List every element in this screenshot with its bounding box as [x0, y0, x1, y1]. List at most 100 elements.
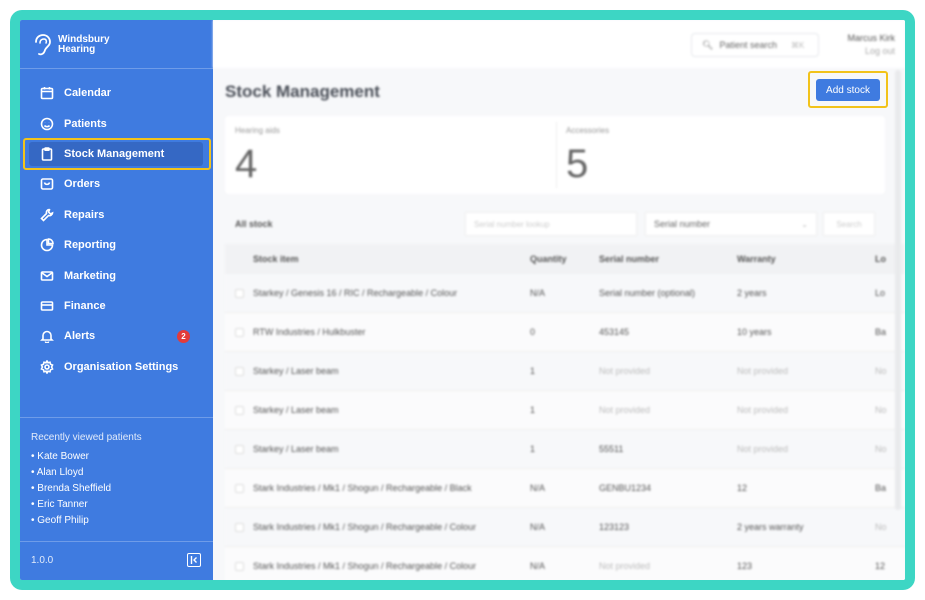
cell-serial: Not provided: [599, 561, 651, 571]
cell-warranty: 2 years warranty: [737, 522, 804, 532]
patient-search-label: Patient search: [719, 40, 777, 50]
patient-search-button[interactable]: 🔍︎ Patient search ⌘K: [691, 33, 819, 57]
sidebar-item-calendar[interactable]: Calendar: [20, 78, 213, 108]
cell-serial: Serial number (optional): [599, 288, 696, 298]
sidebar-item-label: Repairs: [64, 208, 105, 221]
recent-patient-link[interactable]: • Eric Tanner: [31, 497, 142, 513]
card-icon: [40, 299, 54, 313]
add-stock-button[interactable]: Add stock: [816, 79, 880, 101]
row-checkbox[interactable]: [235, 444, 244, 454]
stat-value: 5: [566, 142, 589, 186]
table-row[interactable]: Starkey / Laser beam 1 55511 Not provided No: [225, 430, 905, 469]
brand-line2: Hearing: [58, 44, 96, 55]
row-checkbox[interactable]: [235, 327, 244, 337]
column-header[interactable]: Serial number: [599, 254, 737, 264]
row-checkbox[interactable]: [235, 522, 244, 532]
cell-stock-item: Starkey / Genesis 16 / RIC / Rechargeabl…: [253, 288, 458, 298]
cell-serial: GENBU1234: [599, 483, 652, 493]
chevron-down-icon: ⌄: [801, 219, 808, 229]
cell-serial: 123123: [599, 522, 630, 532]
row-checkbox[interactable]: [235, 405, 244, 415]
sidebar-item-stock-management[interactable]: Stock Management: [20, 137, 213, 171]
stock-table: Stock item Quantity Serial number Warran…: [225, 244, 905, 580]
cell-serial: 453145: [599, 327, 630, 337]
search-button[interactable]: Search: [823, 212, 875, 236]
row-checkbox[interactable]: [235, 561, 244, 571]
table-row[interactable]: Starkey / Genesis 16 / RIC / Rechargeabl…: [225, 274, 905, 313]
filter-bar: All stock Serial number lookup Serial nu…: [225, 210, 885, 240]
row-checkbox[interactable]: [235, 483, 244, 493]
table-row[interactable]: Stark Industries / Mk1 / Shogun / Rechar…: [225, 547, 905, 580]
recent-patient-link[interactable]: • Alan Lloyd: [31, 465, 142, 481]
sidebar-item-label: Reporting: [64, 239, 116, 252]
table-header: Stock item Quantity Serial number Warran…: [225, 244, 905, 274]
recent-patient-link[interactable]: • Brenda Sheffield: [31, 481, 142, 497]
cell-stock-item: Stark Industries / Mk1 / Shogun / Rechar…: [253, 483, 472, 493]
logout-link[interactable]: Log out: [847, 45, 895, 58]
app-window: Windsbury Hearing Calendar Patients Stoc…: [20, 20, 905, 580]
shortcut-hint: ⌘K: [790, 40, 805, 50]
table-row[interactable]: Starkey / Laser beam 1 Not provided Not pro…: [225, 391, 905, 430]
cell-quantity: N/A: [530, 561, 546, 571]
table-row[interactable]: RTW Industries / Hulkbuster 0 453145 10 yea…: [225, 313, 905, 352]
clipboard-icon: [40, 147, 54, 161]
row-checkbox[interactable]: [235, 288, 244, 298]
cell-warranty: 2 years: [737, 288, 767, 298]
user-name: Marcus Kirk: [847, 33, 895, 43]
recent-patient-link[interactable]: • Kate Bower: [31, 449, 142, 465]
top-bar: 🔍︎ Patient search ⌘K Marcus Kirk Log out: [213, 20, 905, 68]
column-header[interactable]: Stock item: [253, 254, 530, 264]
cell-serial: Not provided: [599, 366, 651, 376]
sidebar-item-label: Calendar: [64, 87, 112, 100]
sidebar-item-marketing[interactable]: Marketing: [20, 260, 213, 290]
cell-quantity: 0: [530, 327, 536, 337]
table-row[interactable]: Starkey / Laser beam 1 Not provided Not pro…: [225, 352, 905, 391]
table-row[interactable]: Stark Industries / Mk1 / Shogun / Rechar…: [225, 508, 905, 547]
sidebar-item-label: Marketing: [64, 269, 116, 282]
ear-icon: [35, 34, 51, 56]
sidebar-item-patients[interactable]: Patients: [20, 108, 213, 138]
wrench-icon: [40, 208, 54, 222]
all-stock-label: All stock: [235, 219, 273, 229]
page-title: Stock Management: [225, 82, 380, 101]
cell-warranty: 123: [737, 561, 753, 571]
sidebar-nav: Calendar Patients Stock Management Order…: [20, 78, 213, 382]
smile-icon: [40, 117, 54, 131]
brand-logo[interactable]: Windsbury Hearing: [32, 32, 118, 58]
serial-lookup-input[interactable]: Serial number lookup: [465, 212, 637, 236]
row-checkbox[interactable]: [235, 366, 244, 376]
search-icon: 🔍︎: [702, 39, 714, 50]
sidebar-item-repairs[interactable]: Repairs: [20, 200, 213, 230]
mail-icon: [40, 269, 54, 283]
sidebar: Windsbury Hearing Calendar Patients Stoc…: [20, 20, 213, 580]
cell-quantity: 1: [530, 405, 536, 415]
collapse-sidebar-button[interactable]: [187, 553, 201, 567]
table-row[interactable]: Stark Industries / Mk1 / Shogun / Rechar…: [225, 469, 905, 508]
cell-location: No: [875, 522, 887, 532]
divider: [20, 68, 213, 69]
cell-warranty: 12: [737, 483, 748, 493]
search-field-select[interactable]: Serial number ⌄: [645, 212, 817, 236]
column-header[interactable]: Quantity: [530, 254, 599, 264]
column-header[interactable]: Warranty: [737, 254, 875, 264]
divider: [20, 541, 213, 542]
box-icon: [40, 177, 54, 191]
cell-quantity: N/A: [530, 522, 546, 532]
stats-card: Hearing aids 4 Accessories 5: [225, 116, 885, 194]
sidebar-item-organisation-settings[interactable]: Organisation Settings: [20, 352, 213, 382]
sidebar-item-alerts[interactable]: Alerts 2: [20, 321, 213, 351]
sidebar-item-finance[interactable]: Finance: [20, 291, 213, 321]
sidebar-item-orders[interactable]: Orders: [20, 169, 213, 199]
stat-hearing-aids: Hearing aids 4: [225, 116, 556, 194]
scrollbar[interactable]: [895, 70, 901, 510]
recent-patients: Recently viewed patients • Kate Bower • …: [31, 432, 142, 529]
sidebar-item-reporting[interactable]: Reporting: [20, 230, 213, 260]
page-header: Stock Management: [225, 80, 895, 110]
cell-serial: 55511: [599, 444, 624, 454]
stat-accessories: Accessories 5: [556, 116, 885, 194]
sidebar-item-label: Finance: [64, 299, 106, 312]
collapse-icon: [190, 556, 197, 564]
cell-warranty: Not provided: [737, 405, 789, 415]
recent-patient-link[interactable]: • Geoff Philip: [31, 513, 142, 529]
sidebar-item-label: Stock Management: [64, 147, 165, 160]
